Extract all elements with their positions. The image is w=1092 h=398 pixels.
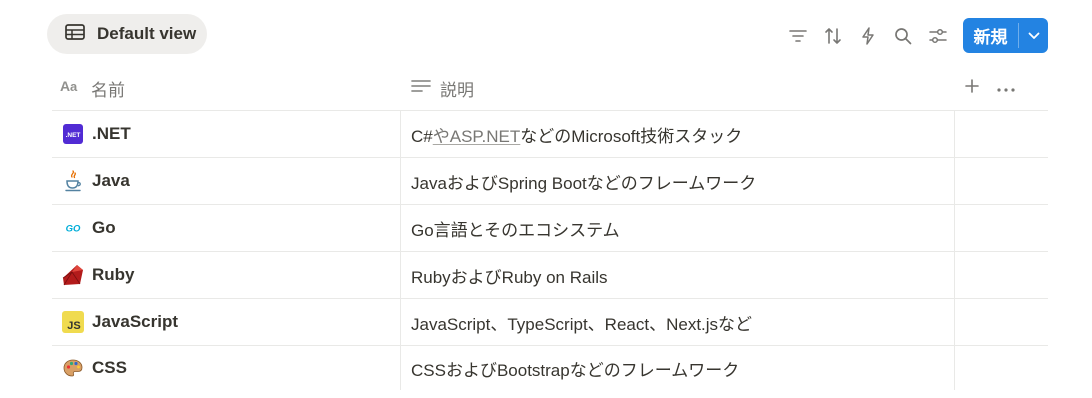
column-header-desc[interactable]: 説明: [401, 66, 955, 110]
cell-name[interactable]: CSS: [52, 346, 401, 390]
cell-desc[interactable]: JavaScript、TypeScript、React、Next.jsなど: [401, 299, 955, 345]
lines-icon: [411, 79, 431, 98]
cell-name[interactable]: .NET .NET: [52, 111, 401, 157]
table-row[interactable]: JS JavaScript JavaScript、TypeScript、Reac…: [52, 299, 1048, 346]
row-desc: RubyおよびRuby on Rails: [411, 267, 608, 287]
cell-name[interactable]: GO Go: [52, 205, 401, 251]
new-button[interactable]: 新規: [963, 18, 1048, 53]
cell-name[interactable]: Ruby: [52, 252, 401, 298]
cell-extra[interactable]: [955, 205, 1048, 251]
row-title: JavaScript: [92, 312, 178, 331]
chevron-down-icon[interactable]: [1019, 18, 1048, 53]
database-table: Aa 名前 説明 .NET .NET C#やASP.NETなどのMicrosof…: [52, 66, 1048, 390]
cell-desc[interactable]: JavaおよびSpring Bootなどのフレームワーク: [401, 158, 955, 204]
cell-desc[interactable]: C#やASP.NETなどのMicrosoft技術スタック: [401, 111, 955, 157]
row-desc: Go言語とそのエコシステム: [411, 220, 620, 240]
cell-extra[interactable]: [955, 299, 1048, 345]
java-icon: [62, 170, 84, 192]
row-title: Java: [92, 171, 130, 190]
cell-extra[interactable]: [955, 346, 1048, 390]
text-type-icon: Aa: [60, 78, 82, 98]
row-desc: JavaScript、TypeScript、React、Next.jsなど: [411, 314, 753, 334]
cell-extra[interactable]: [955, 252, 1048, 298]
row-desc: C#やASP.NETなどのMicrosoft技術スタック: [411, 122, 742, 147]
svg-text:a: a: [70, 79, 78, 93]
cell-name[interactable]: Java: [52, 158, 401, 204]
svg-text:GO: GO: [66, 224, 81, 234]
row-desc-link[interactable]: やASP.NET: [433, 127, 521, 146]
row-desc-part: などのMicrosoft技術スタック: [520, 126, 743, 146]
more-icon[interactable]: [997, 79, 1015, 97]
table-row[interactable]: GO Go Go言語とそのエコシステム: [52, 205, 1048, 252]
go-icon: GO: [62, 217, 84, 239]
table-row[interactable]: Ruby RubyおよびRuby on Rails: [52, 252, 1048, 299]
svg-text:A: A: [60, 79, 70, 93]
table-icon: [65, 23, 85, 45]
dotnet-icon: .NET: [62, 123, 84, 145]
search-icon[interactable]: [891, 24, 915, 48]
sort-icon[interactable]: [821, 24, 845, 48]
row-title: .NET: [92, 124, 131, 143]
svg-text:JS: JS: [67, 320, 80, 332]
cell-desc[interactable]: RubyおよびRuby on Rails: [401, 252, 955, 298]
table-row[interactable]: CSS CSSおよびBootstrapなどのフレームワーク: [52, 346, 1048, 390]
column-header-name-label: 名前: [91, 80, 125, 100]
automation-icon[interactable]: [856, 24, 880, 48]
row-title: CSS: [92, 358, 127, 377]
javascript-icon: JS: [62, 311, 84, 333]
cell-name[interactable]: JS JavaScript: [52, 299, 401, 345]
column-header-desc-label: 説明: [440, 80, 474, 100]
settings-icon[interactable]: [926, 24, 950, 48]
cell-desc[interactable]: CSSおよびBootstrapなどのフレームワーク: [401, 346, 955, 390]
row-title: Ruby: [92, 265, 135, 284]
filter-icon[interactable]: [786, 24, 810, 48]
row-desc: JavaおよびSpring Bootなどのフレームワーク: [411, 173, 757, 193]
row-desc: CSSおよびBootstrapなどのフレームワーク: [411, 360, 740, 380]
cell-extra[interactable]: [955, 111, 1048, 157]
new-button-label[interactable]: 新規: [963, 18, 1018, 53]
toolbar: [786, 24, 961, 48]
table-row[interactable]: Java JavaおよびSpring Bootなどのフレームワーク: [52, 158, 1048, 205]
table-row[interactable]: .NET .NET C#やASP.NETなどのMicrosoft技術スタック: [52, 111, 1048, 158]
cell-desc[interactable]: Go言語とそのエコシステム: [401, 205, 955, 251]
table-header: Aa 名前 説明: [52, 66, 1048, 111]
svg-text:.NET: .NET: [66, 132, 81, 139]
cell-extra[interactable]: [955, 158, 1048, 204]
plus-icon[interactable]: [965, 78, 979, 98]
column-header-actions: [955, 66, 1048, 110]
row-title: Go: [92, 218, 116, 237]
ruby-icon: [62, 264, 84, 286]
row-desc-part: C#: [411, 126, 433, 146]
palette-icon: [62, 357, 84, 379]
column-header-name[interactable]: Aa 名前: [52, 66, 401, 110]
view-tab-label: Default view: [97, 24, 197, 43]
view-tab-default[interactable]: Default view: [47, 14, 207, 54]
